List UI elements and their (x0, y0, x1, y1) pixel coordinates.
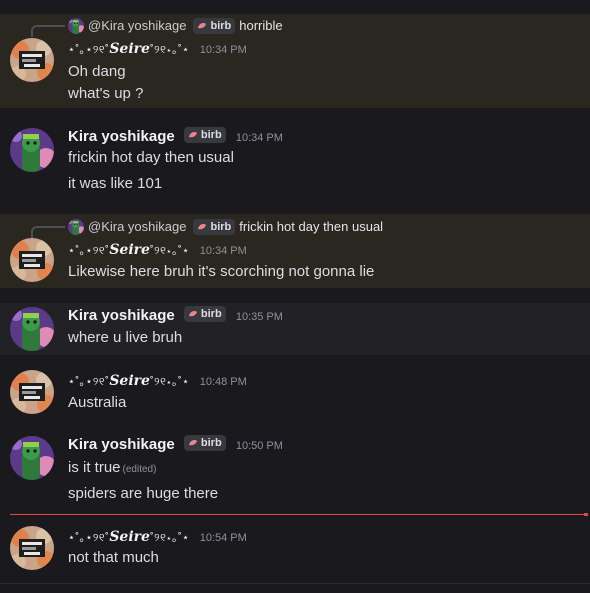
message[interactable]: Kira yoshikage birb 10:50 PM is it true(… (0, 432, 590, 510)
timestamp[interactable]: 10:34 PM (236, 132, 283, 144)
feather-icon (188, 311, 197, 317)
reply-text: horrible (239, 18, 283, 33)
message-text: Australia (68, 394, 127, 411)
feather-icon (198, 224, 207, 230)
chat-log: @Kira yoshikage birb horrible ⋆˚｡⋆୨୧˚Sei… (0, 0, 590, 593)
message-reply-highlighted[interactable]: @Kira yoshikage birb horrible ⋆˚｡⋆୨୧˚Sei… (0, 14, 590, 108)
message-header: ⋆˚｡⋆୨୧˚Seire˚୨୧⋆｡˚⋆ 10:54 PM (68, 529, 247, 545)
message-header: ⋆˚｡⋆୨୧˚Seire˚୨୧⋆｡˚⋆ 10:34 PM (68, 41, 247, 57)
username-seire[interactable]: Seire (109, 242, 150, 258)
message-text: what's up ? (68, 85, 144, 102)
reply-avatar-kira (68, 219, 84, 235)
feather-icon (198, 23, 207, 29)
username-kira[interactable]: Kira yoshikage (68, 436, 175, 453)
timestamp[interactable]: 10:50 PM (236, 440, 283, 452)
message-text: frickin hot day then usual (68, 149, 234, 166)
timestamp[interactable]: 10:35 PM (236, 311, 283, 323)
message-text: Likewise here bruh it's scorching not go… (68, 263, 375, 280)
avatar-kira[interactable] (10, 307, 54, 351)
reply-avatar-kira (68, 18, 84, 34)
role-tag: birb (193, 18, 236, 34)
timestamp[interactable]: 10:48 PM (200, 376, 247, 388)
message[interactable]: ⋆˚｡⋆୨୧˚Seire˚୨୧⋆｡˚⋆ 10:54 PM not that mu… (0, 522, 590, 578)
role-tag: birb (183, 435, 226, 451)
reply-mention[interactable]: @Kira yoshikage (88, 17, 186, 35)
message-text: not that much (68, 549, 159, 566)
timestamp[interactable]: 10:34 PM (200, 44, 247, 56)
message-header: ⋆˚｡⋆୨୧˚Seire˚୨୧⋆｡˚⋆ 10:34 PM (68, 242, 247, 258)
message-text: is it true (edited) (68, 459, 157, 476)
reply-connector (31, 25, 65, 37)
message-header: Kira yoshikage birb 10:50 PM (68, 435, 283, 456)
message-text: spiders are huge there (68, 485, 219, 502)
message-reply-highlighted[interactable]: @Kira yoshikage birb frickin hot day the… (0, 214, 590, 288)
avatar-kira[interactable] (10, 128, 54, 172)
avatar-seire[interactable] (10, 238, 54, 282)
feather-icon (188, 440, 197, 446)
reply-mention[interactable]: @Kira yoshikage (88, 218, 186, 236)
username-seire[interactable]: Seire (109, 373, 150, 389)
message-header: Kira yoshikage birb 10:34 PM (68, 127, 283, 148)
reply-connector (31, 226, 65, 238)
reply-preview[interactable]: @Kira yoshikage birb horrible (68, 17, 283, 35)
message[interactable]: ⋆˚｡⋆୨୧˚Seire˚୨୧⋆｡˚⋆ 10:48 PM Australia (0, 366, 590, 420)
edited-label: (edited) (122, 464, 157, 475)
composer-edge (0, 583, 590, 593)
avatar-seire[interactable] (10, 370, 54, 414)
message-header: ⋆˚｡⋆୨୧˚Seire˚୨୧⋆｡˚⋆ 10:48 PM (68, 373, 247, 389)
avatar-seire[interactable] (10, 526, 54, 570)
message[interactable]: Kira yoshikage birb 10:35 PM where u liv… (0, 303, 590, 355)
message-text: where u live bruh (68, 329, 183, 346)
message-text: it was like 101 (68, 175, 163, 192)
feather-icon (188, 132, 197, 138)
reply-text: frickin hot day then usual (239, 219, 384, 234)
username-seire[interactable]: Seire (109, 529, 150, 545)
message-text: Oh dang (68, 63, 126, 80)
username-kira[interactable]: Kira yoshikage (68, 128, 175, 145)
timestamp[interactable]: 10:54 PM (200, 532, 247, 544)
role-tag: birb (193, 219, 236, 235)
username-seire[interactable]: Seire (109, 41, 150, 57)
timestamp[interactable]: 10:34 PM (200, 245, 247, 257)
role-tag: birb (183, 306, 226, 322)
role-tag: birb (183, 127, 226, 143)
message-header: Kira yoshikage birb 10:35 PM (68, 306, 283, 327)
avatar-seire[interactable] (10, 38, 54, 82)
reply-preview[interactable]: @Kira yoshikage birb frickin hot day the… (68, 218, 383, 236)
message[interactable]: Kira yoshikage birb 10:34 PM frickin hot… (0, 120, 590, 202)
username-kira[interactable]: Kira yoshikage (68, 307, 175, 324)
avatar-kira[interactable] (10, 436, 54, 480)
new-messages-divider (10, 513, 588, 516)
